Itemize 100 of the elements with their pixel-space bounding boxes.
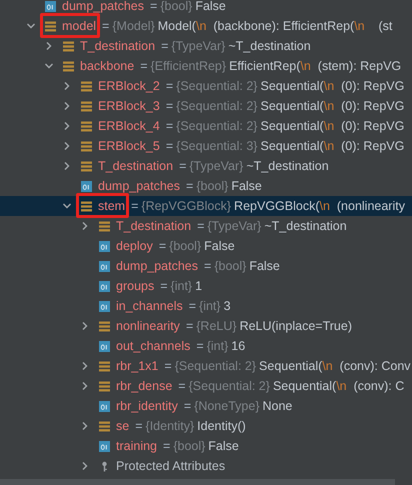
equals-sign: = [163,439,170,453]
field-icon [99,400,110,412]
equals-sign: = [135,419,143,433]
group-label: Protected Attributes [116,459,226,473]
type-label: {int} [206,339,228,353]
chevron-right-icon[interactable] [80,381,90,391]
variable-name: se [116,419,130,433]
selected-tree-row[interactable]: stem = {RepVGGBlock} RepVGGBlock(\n (nonlinearity [0,196,412,216]
value-text: Sequential(\n (0): RepVG [260,79,404,93]
tree-row[interactable]: in_channels = {int} 3 [0,296,412,316]
variable-name: stem [98,199,126,213]
tree-row[interactable]: ERBlock_2 = {Sequential: 2} Sequential(\n (0): RepVG [0,76,412,96]
type-label: {bool} [196,179,228,193]
tree-row[interactable]: T_destination = {TypeVar} ~T_destination [0,156,412,176]
stack-icon [99,360,110,372]
chevron-right-icon[interactable] [62,141,72,151]
field-icon [99,260,110,272]
value-text: Sequential(\n (0): RepVG [260,99,404,113]
tree-row[interactable]: backbone = {EfficientRep} EfficientRep(\n (stem): RepVG [0,56,412,76]
equals-sign: = [197,219,204,233]
tree-row[interactable]: T_destination = {TypeVar} ~T_destination [0,36,412,56]
tree-row[interactable]: dump_patches = {bool} False [0,256,412,276]
tree-row[interactable]: ERBlock_3 = {Sequential: 2} Sequential(\n (0): RepVG [0,96,412,116]
type-label: {Identity} [146,419,194,433]
type-label: {Sequential: 2} [174,359,256,373]
tree-row[interactable]: ERBlock_5 = {Sequential: 3} Sequential(\n (0): RepVG [0,136,412,156]
type-label: {ReLU} [196,319,237,333]
chevron-right-icon[interactable] [62,101,72,111]
variable-name: dump_patches [98,179,180,193]
chevron-right-icon[interactable] [80,461,90,471]
tree-row[interactable]: training = {bool} False [0,436,412,456]
value-text: ~T_destination [246,159,329,173]
chevron-right-icon[interactable] [62,121,72,131]
tree-row[interactable]: dump_patches = {bool} False [0,0,412,16]
equals-sign: = [188,299,196,313]
equals-sign: = [160,279,168,293]
equals-sign: = [131,199,138,213]
chevron-down-icon[interactable] [26,21,36,31]
type-label: {int} [170,279,192,293]
value-text: RepVGGBlock(\n (nonlinearity [234,199,405,213]
equals-sign: = [164,359,172,373]
equals-sign: = [179,159,186,173]
equals-sign: = [161,39,168,53]
variable-name: T_destination [116,219,192,233]
variable-name: out_channels [116,339,190,353]
tree-row[interactable]: Protected Attributes [0,456,412,476]
chevron-down-icon[interactable] [62,201,72,211]
value-text: 16 [231,339,246,353]
chevron-right-icon[interactable] [80,421,90,431]
tree-row[interactable]: groups = {int} 1 [0,276,412,296]
tree-row[interactable]: deploy = {bool} False [0,236,412,256]
chevron-right-icon[interactable] [80,361,90,371]
stack-icon [45,20,56,32]
value-text: 1 [195,279,202,293]
stack-icon [63,60,74,72]
type-label: {bool} [169,239,202,253]
value-text: Model(\n (backbone): EfficientRep(\n (st [158,19,392,33]
type-label: {int} [199,299,221,313]
stack-icon [81,100,92,112]
variable-name: ERBlock_4 [98,119,160,133]
stack-icon [81,140,92,152]
type-label: {bool} [160,0,192,13]
chevron-right-icon[interactable] [80,221,90,231]
type-label: {Sequential: 2} [176,119,258,133]
tree-row[interactable]: model = {Model} Model(\n (backbone): EfficientRep(\n (st [0,16,412,36]
chevron-right-icon[interactable] [44,41,54,51]
field-icon [99,340,110,352]
value-text: False [231,179,262,193]
tree-row[interactable]: rbr_dense = {Sequential: 2} Sequential(\n (conv): C [0,376,412,396]
tree-row[interactable]: ERBlock_4 = {Sequential: 2} Sequential(\n (0): RepVG [0,116,412,136]
variable-name: T_destination [98,159,174,173]
variable-name: backbone [80,59,134,73]
chevron-right-icon[interactable] [62,161,72,171]
variable-name: rbr_identity [116,399,178,413]
equals-sign: = [186,179,194,193]
value-text: Identity() [197,419,246,433]
chevron-down-icon[interactable] [44,61,54,71]
tree-row[interactable]: rbr_identity = {NoneType} None [0,396,412,416]
type-label: {Sequential: 3} [176,139,258,153]
type-label: {bool} [173,439,206,453]
type-label: {RepVGGBlock} [141,199,232,213]
equals-sign: = [166,139,174,153]
tree-row[interactable]: T_destination = {TypeVar} ~T_destination [0,216,412,236]
equals-sign: = [158,239,166,253]
field-icon [99,440,110,452]
tree-row[interactable]: nonlinearity = {ReLU} ReLU(inplace=True) [0,316,412,336]
value-text: ReLU(inplace=True) [240,319,352,333]
stack-icon [99,220,110,232]
chevron-right-icon[interactable] [80,321,90,331]
tree-row[interactable]: rbr_1x1 = {Sequential: 2} Sequential(\n (conv): Conv [0,356,412,376]
stack-icon [81,200,92,212]
equals-sign: = [102,19,110,33]
variable-name: ERBlock_5 [98,139,160,153]
chevron-right-icon[interactable] [62,81,72,91]
tree-row[interactable]: se = {Identity} Identity() [0,416,412,436]
tree-row[interactable]: dump_patches = {bool} False [0,176,412,196]
equals-sign: = [166,119,174,133]
field-icon [99,280,110,292]
tree-row[interactable]: out_channels = {int} 16 [0,336,412,356]
value-text: ~T_destination [228,39,311,53]
